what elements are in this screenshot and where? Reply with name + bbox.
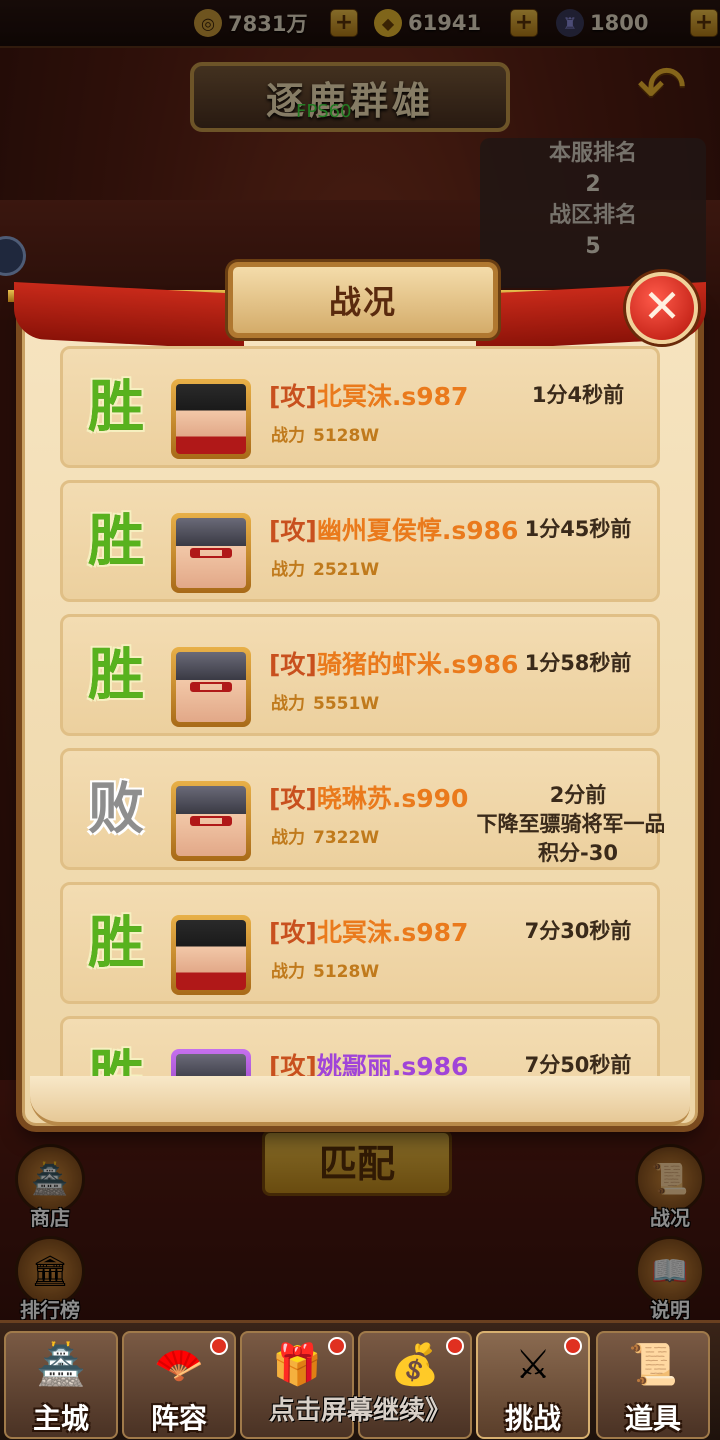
result-lose: 败 (88, 777, 144, 842)
battle-record-row[interactable]: 胜 [攻]姚鄢丽.s986 7分50秒前 (60, 1016, 660, 1076)
battle-time: 2分前 (549, 783, 607, 807)
opponent-name: [攻]姚鄢丽.s986 (269, 1047, 468, 1076)
opponent-power: 战力 5128W (271, 421, 379, 446)
battle-time: 1分45秒前 (524, 517, 632, 541)
rank-change-text: 下降至骠骑将军一品 (476, 812, 665, 836)
power-label: 战力 (271, 694, 305, 714)
battle-record-row[interactable]: 胜 [攻]北冥沫.s987 战力 5128W 7分30秒前 (60, 882, 660, 1004)
opponent-avatar[interactable] (171, 1049, 251, 1076)
notification-dot (446, 1337, 464, 1355)
tap-to-continue-hint: 点击屏幕继续》 (268, 1396, 451, 1426)
result-win: 胜 (88, 375, 144, 440)
hero-portrait-icon (176, 384, 246, 454)
glasses-icon (190, 548, 232, 558)
battle-time: 1分4秒前 (531, 383, 625, 407)
dialog-title: 战况 (328, 283, 397, 321)
opponent-power: 战力 5551W (271, 689, 379, 714)
attack-tag: [攻] (269, 1052, 317, 1076)
opponent-name: [攻]骑猪的虾米.s986 (269, 645, 518, 681)
power-value: 5128W (313, 962, 380, 982)
power-label: 战力 (271, 828, 305, 848)
attack-tag: [攻] (269, 650, 317, 679)
opponent-name: [攻]幽州夏侯惇.s986 (269, 511, 518, 547)
attack-tag: [攻] (269, 382, 317, 411)
dialog-title-plaque: 战况 (228, 262, 498, 338)
hero-portrait-icon (176, 1054, 246, 1076)
notification-dot (210, 1337, 228, 1355)
battle-record-row[interactable]: 胜 [攻]骑猪的虾米.s986 战力 5551W 1分58秒前 (60, 614, 660, 736)
battle-record-list[interactable]: 胜 [攻]北冥沫.s987 战力 5128W 1分4秒前 胜 [攻]幽州夏侯惇.s… (58, 346, 664, 1076)
power-value: 2521W (313, 560, 380, 580)
battle-time: 7分50秒前 (524, 1053, 632, 1076)
battle-time-block: 2分前 下降至骠骑将军一品 积分-30 (477, 781, 665, 868)
result-win: 胜 (88, 911, 144, 976)
score-change-text: 积分-30 (538, 841, 618, 865)
opponent-power: 战力 2521W (271, 555, 379, 580)
notification-dot (564, 1337, 582, 1355)
opponent-name-text: 晓琳苏.s990 (316, 784, 469, 813)
opponent-power: 战力 7322W (271, 823, 379, 848)
opponent-avatar[interactable] (171, 647, 251, 727)
result-win: 胜 (88, 509, 144, 574)
power-label: 战力 (271, 962, 305, 982)
scroll-items-icon: 📜 (628, 1342, 678, 1388)
notification-dot (328, 1337, 346, 1355)
opponent-name: [攻]晓琳苏.s990 (269, 779, 468, 815)
result-win: 胜 (88, 643, 144, 708)
battle-record-row[interactable]: 胜 [攻]北冥沫.s987 战力 5128W 1分4秒前 (60, 346, 660, 468)
attack-tag: [攻] (269, 918, 317, 947)
opponent-avatar[interactable] (171, 915, 251, 995)
power-value: 5551W (313, 694, 380, 714)
hero-portrait-icon (176, 786, 246, 856)
opponent-avatar[interactable] (171, 781, 251, 861)
opponent-name-text: 姚鄢丽.s986 (316, 1052, 469, 1076)
battle-time: 1分58秒前 (524, 651, 632, 675)
opponent-name-text: 北冥沫.s987 (316, 918, 469, 947)
power-value: 5128W (313, 426, 380, 446)
glasses-icon (190, 816, 232, 826)
city-gate-icon: 🏯 (36, 1342, 86, 1388)
power-value: 7322W (313, 828, 380, 848)
power-label: 战力 (271, 560, 305, 580)
hero-portrait-icon (176, 920, 246, 990)
opponent-name: [攻]北冥沫.s987 (269, 913, 468, 949)
hero-portrait-icon (176, 518, 246, 588)
glasses-icon (190, 682, 232, 692)
battle-record-row[interactable]: 胜 [攻]幽州夏侯惇.s986 战力 2521W 1分45秒前 (60, 480, 660, 602)
opponent-name: [攻]北冥沫.s987 (269, 377, 468, 413)
battle-record-row[interactable]: 败 [攻]晓琳苏.s990 战力 7322W 2分前 下降至骠骑将军一品 积分-3… (60, 748, 664, 870)
hero-portrait-icon (176, 652, 246, 722)
scroll-bottom-edge (30, 1076, 690, 1126)
opponent-avatar[interactable] (171, 513, 251, 593)
opponent-avatar[interactable] (171, 379, 251, 459)
result-win: 胜 (79, 1041, 153, 1076)
power-label: 战力 (271, 426, 305, 446)
banner-left-decoration (14, 281, 244, 351)
opponent-power: 战力 5128W (271, 957, 379, 982)
battle-time: 7分30秒前 (524, 919, 632, 943)
attack-tag: [攻] (269, 516, 317, 545)
attack-tag: [攻] (269, 784, 317, 813)
close-button[interactable]: ✕ (626, 272, 698, 344)
opponent-name-text: 北冥沫.s987 (316, 382, 469, 411)
